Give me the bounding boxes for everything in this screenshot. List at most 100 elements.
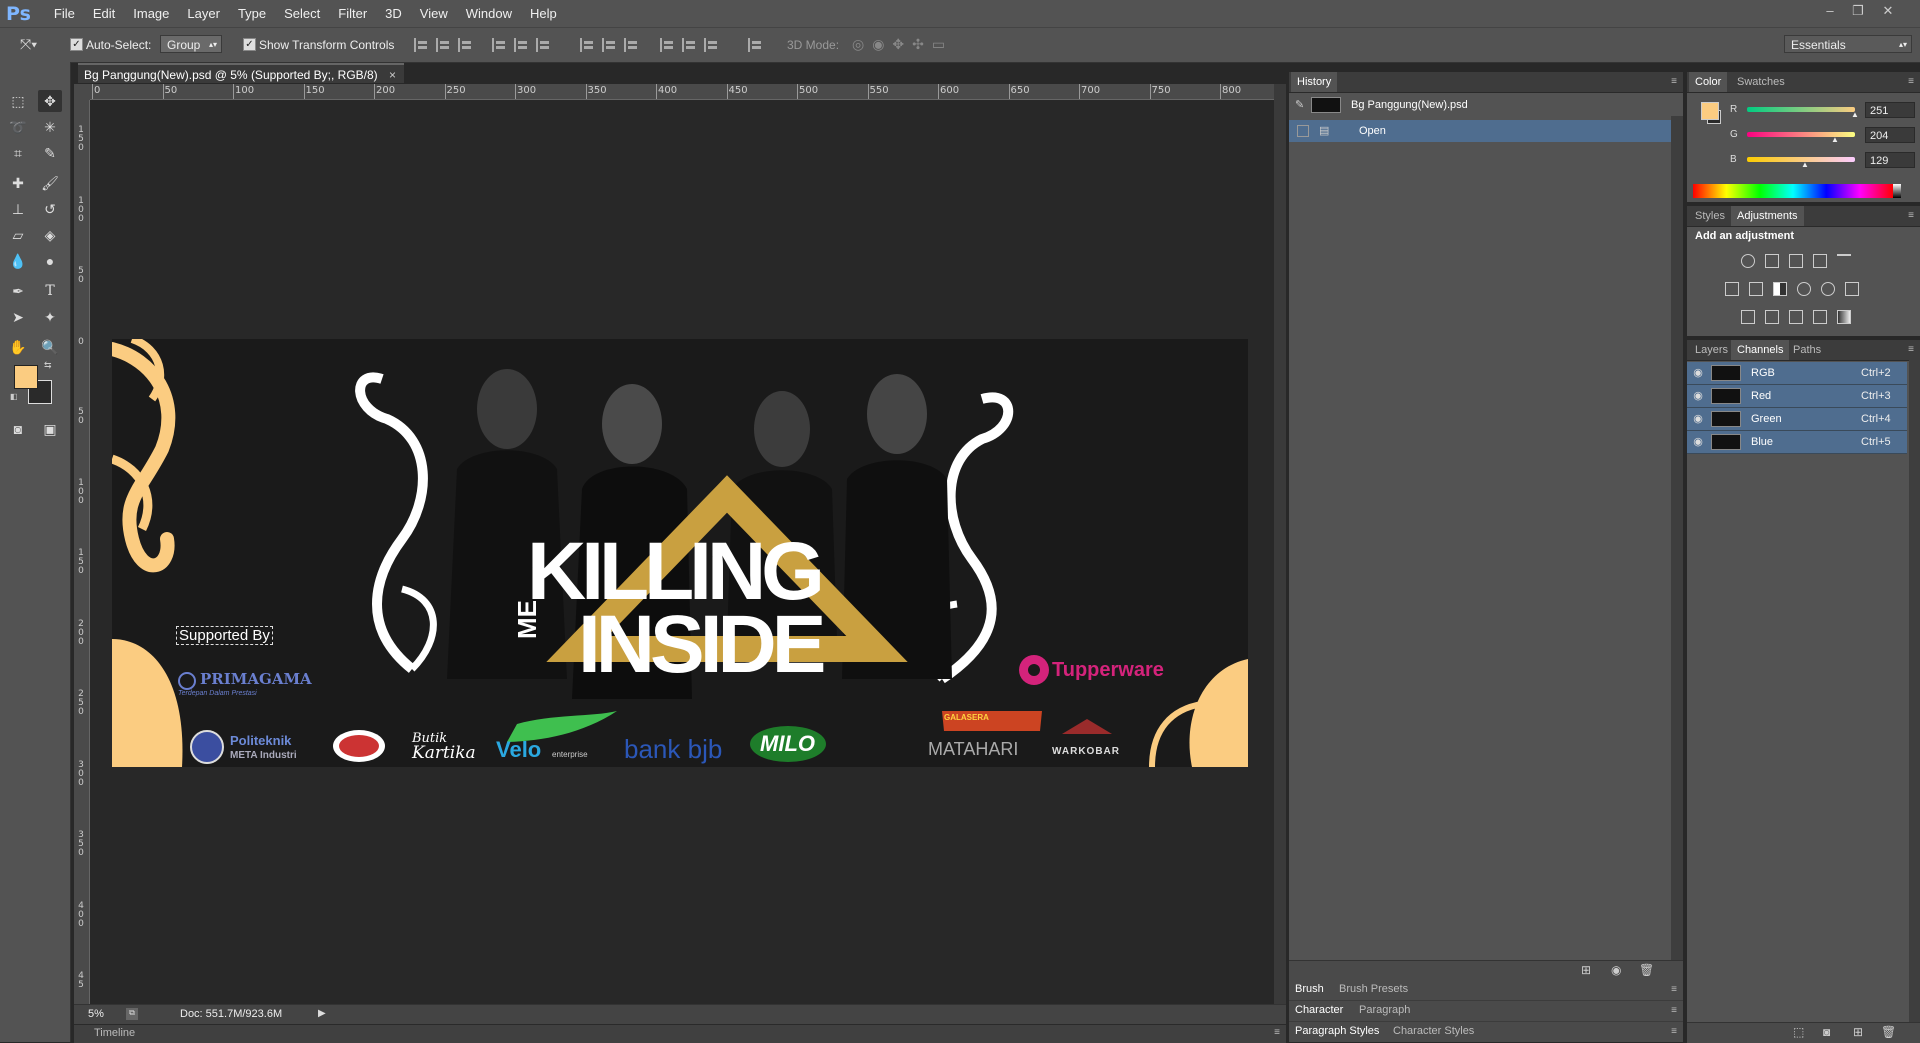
align-top-icon[interactable] xyxy=(414,38,428,52)
eraser-tool-icon[interactable]: ▱ xyxy=(6,224,30,246)
panel-menu-icon[interactable]: ≡ xyxy=(1671,1005,1677,1016)
show-transform-checkbox[interactable]: ✓ xyxy=(243,38,256,51)
foreground-color-swatch-front[interactable] xyxy=(14,365,38,389)
channel-row-blue[interactable]: ◉ Blue Ctrl+5 xyxy=(1687,431,1907,454)
auto-select-dropdown[interactable]: Group ▴▾ xyxy=(160,35,222,53)
menu-select[interactable]: Select xyxy=(275,6,329,21)
tab-character[interactable]: Character xyxy=(1289,1001,1349,1019)
channel-row-green[interactable]: ◉ Green Ctrl+4 xyxy=(1687,408,1907,431)
b-slider-handle[interactable]: ▲ xyxy=(1801,160,1809,169)
hand-tool-icon[interactable]: ✋ xyxy=(6,336,30,358)
menu-filter[interactable]: Filter xyxy=(329,6,376,21)
marquee-tool-icon[interactable]: ⬚ xyxy=(6,90,30,112)
crop-tool-icon[interactable]: ⌗ xyxy=(6,142,30,164)
minimize-icon[interactable]: – xyxy=(1818,3,1842,21)
brightness-contrast-icon[interactable] xyxy=(1741,254,1755,268)
distribute-vcenter-icon[interactable] xyxy=(602,38,616,52)
ruler-origin[interactable] xyxy=(74,84,90,100)
dodge-tool-icon[interactable]: ● xyxy=(38,250,62,272)
3d-mode-icons[interactable]: ◎◉✥✣▭ xyxy=(852,36,953,53)
timeline-panel-collapsed[interactable]: Timeline ≡ xyxy=(74,1024,1286,1043)
align-vcenter-icon[interactable] xyxy=(436,38,450,52)
panel-menu-icon[interactable]: ≡ xyxy=(1671,984,1677,995)
menu-window[interactable]: Window xyxy=(457,6,521,21)
tab-styles[interactable]: Styles xyxy=(1689,206,1731,226)
document-tab[interactable]: Bg Panggung(New).psd @ 5% (Supported By;… xyxy=(78,63,404,83)
levels-icon[interactable] xyxy=(1765,254,1779,268)
restore-icon[interactable]: ❐ xyxy=(1846,3,1870,21)
channels-scrollbar[interactable] xyxy=(1909,360,1920,1022)
align-left-icon[interactable] xyxy=(492,38,506,52)
vibrance-icon[interactable] xyxy=(1837,254,1851,268)
align-hcenter-icon[interactable] xyxy=(514,38,528,52)
new-document-from-state-icon[interactable]: ⊞ xyxy=(1581,963,1591,977)
blur-tool-icon[interactable]: 💧 xyxy=(6,250,30,272)
menu-type[interactable]: Type xyxy=(229,6,275,21)
auto-select-checkbox[interactable]: ✓ xyxy=(70,38,83,51)
channel-row-red[interactable]: ◉ Red Ctrl+3 xyxy=(1687,385,1907,408)
type-tool-icon[interactable]: T xyxy=(38,280,62,302)
history-brush-source-icon[interactable]: ✎ xyxy=(1295,94,1304,116)
visibility-eye-icon[interactable]: ◉ xyxy=(1691,366,1705,380)
history-source-checkbox[interactable] xyxy=(1297,125,1309,137)
r-slider-handle[interactable]: ▲ xyxy=(1851,110,1859,119)
workspace-dropdown[interactable]: Essentials ▴▾ xyxy=(1784,35,1912,53)
menu-file[interactable]: File xyxy=(45,6,84,21)
tab-character-styles[interactable]: Character Styles xyxy=(1387,1022,1480,1040)
align-right-icon[interactable] xyxy=(536,38,550,52)
exposure-icon[interactable] xyxy=(1813,254,1827,268)
close-tab-icon[interactable]: × xyxy=(389,68,396,82)
status-menu-icon[interactable]: ⧉ xyxy=(126,1008,138,1020)
panel-menu-icon[interactable]: ≡ xyxy=(1908,210,1914,221)
history-scrollbar[interactable] xyxy=(1671,116,1683,980)
zoom-tool-icon[interactable]: 🔍 xyxy=(38,336,62,358)
tab-paths[interactable]: Paths xyxy=(1787,340,1827,360)
distribute-top-icon[interactable] xyxy=(580,38,594,52)
default-colors-icon[interactable]: ◧ xyxy=(10,392,18,401)
color-spectrum-ramp[interactable] xyxy=(1693,184,1893,198)
visibility-eye-icon[interactable]: ◉ xyxy=(1691,412,1705,426)
paint-bucket-tool-icon[interactable]: ◈ xyxy=(38,224,62,246)
tab-swatches[interactable]: Swatches xyxy=(1731,72,1791,92)
tab-color[interactable]: Color xyxy=(1689,72,1728,92)
selective-color-icon[interactable] xyxy=(1813,310,1827,324)
brush-tool-icon[interactable]: 🖌 xyxy=(38,172,62,194)
path-selection-tool-icon[interactable]: ➤ xyxy=(6,306,30,328)
load-channel-selection-icon[interactable]: ⬚ xyxy=(1793,1025,1804,1039)
supported-by-text[interactable]: Supported By xyxy=(176,626,273,645)
tab-brush-presets[interactable]: Brush Presets xyxy=(1333,980,1414,998)
tab-brush[interactable]: Brush xyxy=(1289,980,1330,998)
menu-image[interactable]: Image xyxy=(124,6,178,21)
black-white-icon[interactable] xyxy=(1773,282,1787,296)
vertical-scrollbar[interactable] xyxy=(1274,84,1286,1004)
document-canvas[interactable]: KILLING ME INSIDE Supported By PRIMAGAMA… xyxy=(112,339,1248,767)
menu-help[interactable]: Help xyxy=(521,6,566,21)
panel-fg-swatch-front[interactable] xyxy=(1701,102,1719,120)
panel-menu-icon[interactable]: ≡ xyxy=(1908,76,1914,87)
tab-layers[interactable]: Layers xyxy=(1689,340,1734,360)
delete-state-icon[interactable]: 🗑 xyxy=(1639,963,1654,977)
status-expand-icon[interactable]: ▶ xyxy=(318,1008,326,1019)
posterize-icon[interactable] xyxy=(1765,310,1779,324)
menu-3d[interactable]: 3D xyxy=(376,6,411,21)
tab-paragraph-styles[interactable]: Paragraph Styles xyxy=(1289,1022,1385,1040)
move-tool-icon[interactable]: ✥ xyxy=(38,90,62,112)
swap-colors-icon[interactable]: ⇆ xyxy=(44,360,52,371)
visibility-eye-icon[interactable]: ◉ xyxy=(1691,435,1705,449)
bw-ramp[interactable] xyxy=(1893,184,1901,198)
photo-filter-icon[interactable] xyxy=(1797,282,1811,296)
channel-row-rgb[interactable]: ◉ RGB Ctrl+2 xyxy=(1687,362,1907,385)
distribute-right-icon[interactable] xyxy=(704,38,718,52)
new-snapshot-icon[interactable]: ◉ xyxy=(1611,963,1621,977)
tab-paragraph[interactable]: Paragraph xyxy=(1353,1001,1416,1019)
channel-mixer-icon[interactable] xyxy=(1821,282,1835,296)
hue-saturation-icon[interactable] xyxy=(1725,282,1739,296)
curves-icon[interactable] xyxy=(1789,254,1803,268)
color-balance-icon[interactable] xyxy=(1749,282,1763,296)
history-brush-tool-icon[interactable]: ↺ xyxy=(38,198,62,220)
tab-history[interactable]: History xyxy=(1291,72,1338,92)
visibility-eye-icon[interactable]: ◉ xyxy=(1691,389,1705,403)
invert-icon[interactable] xyxy=(1741,310,1755,324)
history-state-open[interactable]: ▤ Open xyxy=(1289,120,1671,142)
quick-mask-icon[interactable]: ◙ xyxy=(6,418,30,440)
